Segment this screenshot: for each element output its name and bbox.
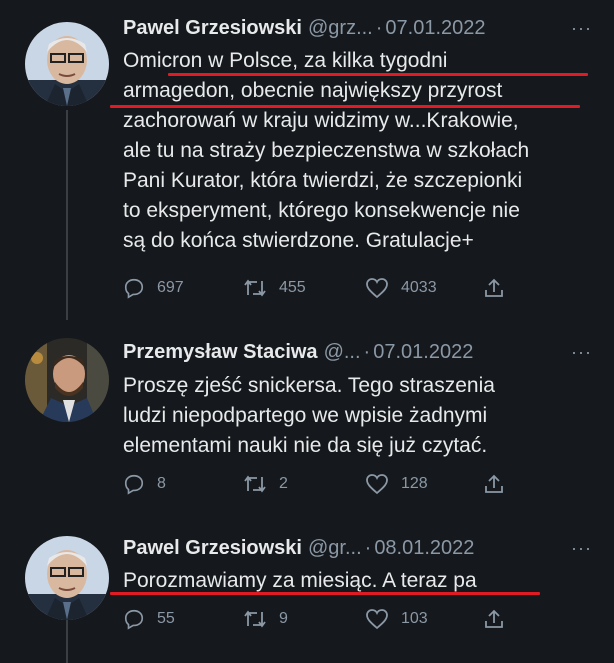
more-icon[interactable]: ··· [571,13,592,43]
tweet-text-line: są do końca stwierdzone. Gratulacje+ [123,229,474,252]
tweet-text: Omicron w Polsce, za kilka tygodni armag… [123,46,593,256]
tweet[interactable]: Pawel Grzesiowski @gr... · 08.01.2022 ··· P… [0,520,614,663]
reply-button[interactable]: 697 [123,275,184,301]
red-underline-annotation [110,105,580,108]
tweet-text-line: to eksperyment, którego konsekwencje nie [123,199,520,222]
tweet-actions: 697 455 4033 [123,275,523,301]
tweet-text-line: zachorowań w kraju widzimy w...Krakowie, [123,109,519,132]
tweet-date[interactable]: 07.01.2022 [385,17,485,39]
tweet-actions: 55 9 103 [123,606,523,632]
retweet-icon [244,610,266,628]
avatar[interactable] [25,338,109,422]
author-handle[interactable]: @gr... [308,537,362,559]
tweet-actions: 8 2 128 [123,471,523,497]
tweet-text: Proszę zjeść snickersa. Tego straszenia … [123,371,593,461]
retweet-icon [244,475,266,493]
like-icon [366,609,388,630]
reply-button[interactable]: 55 [123,606,175,632]
reply-count: 697 [157,279,184,296]
retweet-count: 455 [279,279,306,296]
like-button[interactable]: 128 [365,471,428,497]
reply-icon [124,474,144,495]
tweet-text-line: Proszę zjeść snickersa. Tego straszenia [123,374,495,397]
more-icon[interactable]: ··· [571,337,592,367]
like-button[interactable]: 4033 [365,275,437,301]
retweet-count: 2 [279,475,288,492]
share-button[interactable] [483,275,517,301]
reply-button[interactable]: 8 [123,471,166,497]
author-handle[interactable]: @grz... [308,17,373,39]
tweet-text-line: elementami nauki nie da się już czytać. [123,434,488,457]
retweet-button[interactable]: 2 [243,471,288,497]
separator: · [363,341,371,363]
reply-icon [124,609,144,630]
reply-count: 8 [157,475,166,492]
like-count: 128 [401,475,428,492]
separator: · [364,537,372,559]
like-icon [366,474,388,495]
tweet-text-line: ludzi niepodpartego we wpisie żadnymi [123,404,488,427]
author-name[interactable]: Pawel Grzesiowski [123,537,302,559]
tweet-date[interactable]: 07.01.2022 [373,341,473,363]
avatar[interactable] [25,536,109,620]
retweet-button[interactable]: 455 [243,275,306,301]
avatar[interactable] [25,22,109,106]
like-count: 4033 [401,279,437,296]
author-name[interactable]: Przemysław Staciwa [123,341,318,363]
more-icon[interactable]: ··· [571,533,592,563]
share-icon [485,474,503,493]
tweet-date[interactable]: 08.01.2022 [374,537,474,559]
tweet-header: Przemysław Staciwa @... · 07.01.2022 ··· [123,337,604,367]
tweet-text-line: Pani Kurator, która twierdzi, że szczepi… [123,169,523,192]
share-icon [485,609,503,628]
author-handle[interactable]: @... [324,341,361,363]
tweet-text-line: armagedon, obecnie największy przyrost [123,79,503,102]
retweet-icon [244,279,266,297]
author-name[interactable]: Pawel Grzesiowski [123,17,302,39]
retweet-button[interactable]: 9 [243,606,288,632]
tweet-text-line: Omicron w Polsce, za kilka tygodni [123,49,448,72]
tweet[interactable]: Przemysław Staciwa @... · 07.01.2022 ··· Pr… [0,320,614,520]
tweet[interactable]: Pawel Grzesiowski @grz... · 07.01.2022 ··· … [0,0,614,320]
like-button[interactable]: 103 [365,606,428,632]
tweet-header: Pawel Grzesiowski @grz... · 07.01.2022 ··· [123,13,604,43]
share-icon [485,278,503,297]
share-button[interactable] [483,606,517,632]
reply-icon [124,278,144,299]
reply-count: 55 [157,610,175,627]
tweet-text-line: ale tu na straży bezpieczenstwa w szkoła… [123,139,530,162]
like-icon [366,278,388,299]
share-button[interactable] [483,471,517,497]
separator: · [375,17,383,39]
like-count: 103 [401,610,428,627]
red-underline-annotation [110,592,540,595]
retweet-count: 9 [279,610,288,627]
red-underline-annotation [168,73,588,76]
tweet-header: Pawel Grzesiowski @gr... · 08.01.2022 ··· [123,533,604,563]
